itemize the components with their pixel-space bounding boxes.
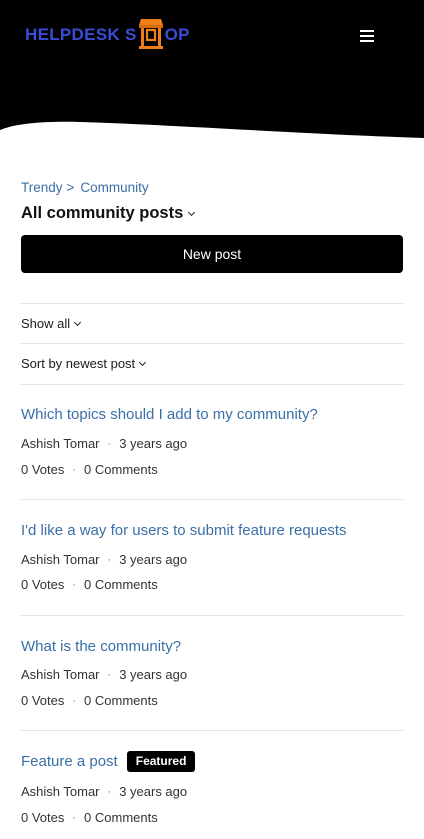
post-stats: 0 Votes · 0 Comments [21,462,158,477]
meta-separator: · [107,785,112,798]
meta-separator: · [72,578,77,591]
divider [21,615,403,616]
logo-text-left: HELPDESK S [25,25,137,44]
site-header: HELPDESK S OP [0,0,424,140]
breadcrumb-item-trendy[interactable]: Trendy [21,180,63,195]
post-author: Ashish Tomar [21,667,100,682]
chevron-down-icon [139,358,147,366]
hamburger-menu-icon[interactable] [358,28,376,44]
logo-text-right: OP [164,25,190,44]
post-time: 3 years ago [119,784,188,799]
chevron-down-icon [188,208,196,216]
meta-separator: · [107,553,112,566]
page-title: All community posts [21,204,184,222]
featured-badge: Featured [126,751,196,773]
divider [21,384,403,385]
divider [21,303,403,304]
sort-label: Sort by newest post [21,356,136,371]
post-title-link[interactable]: Feature a post [21,753,118,770]
new-post-button[interactable]: New post [21,235,403,273]
meta-separator: · [72,694,77,707]
divider [21,730,403,731]
post-stats: 0 Votes · 0 Comments [21,693,158,708]
post-author-meta: Ashish Tomar · 3 years ago [21,784,187,799]
post-stats: 0 Votes · 0 Comments [21,810,158,825]
post-author-meta: Ashish Tomar · 3 years ago [21,552,187,567]
post-comments: 0 Comments [84,462,158,477]
post-title-link[interactable]: What is the community? [21,638,181,655]
sort-dropdown[interactable]: Sort by newest post [21,356,147,371]
post-comments: 0 Comments [84,577,158,592]
post-votes: 0 Votes [21,577,65,592]
meta-separator: · [72,811,77,824]
breadcrumb-separator: > [66,180,75,195]
meta-separator: · [72,463,77,476]
show-filter-label: Show all [21,316,71,331]
post-time: 3 years ago [119,667,188,682]
page-title-dropdown[interactable]: All community posts [21,204,196,223]
show-filter-dropdown[interactable]: Show all [21,316,82,331]
post-stats: 0 Votes · 0 Comments [21,577,158,592]
post-votes: 0 Votes [21,810,65,825]
post-author-meta: Ashish Tomar · 3 years ago [21,667,187,682]
post-time: 3 years ago [119,552,188,567]
menu-line [360,35,374,37]
post-author: Ashish Tomar [21,552,100,567]
post-time: 3 years ago [119,436,188,451]
breadcrumb: Trendy > Community [21,180,149,195]
logo-wordmark: HELPDESK S OP [25,18,190,52]
post-comments: 0 Comments [84,693,158,708]
post-author: Ashish Tomar [21,784,100,799]
meta-separator: · [107,668,112,681]
post-votes: 0 Votes [21,693,65,708]
divider [21,499,403,500]
post-author: Ashish Tomar [21,436,100,451]
post-title-row: Feature a post Featured [21,751,196,773]
post-comments: 0 Comments [84,810,158,825]
divider [21,343,403,344]
menu-line [360,40,374,42]
chevron-down-icon [74,318,82,326]
menu-line [360,30,374,32]
post-title-link[interactable]: Which topics should I add to my communit… [21,406,318,423]
breadcrumb-item-community[interactable]: Community [80,180,148,195]
shop-storefront-icon [138,16,164,50]
post-title-link[interactable]: I'd like a way for users to submit featu… [21,522,347,539]
meta-separator: · [107,437,112,450]
post-votes: 0 Votes [21,462,65,477]
post-author-meta: Ashish Tomar · 3 years ago [21,436,187,451]
site-logo[interactable]: HELPDESK S OP [25,17,190,53]
